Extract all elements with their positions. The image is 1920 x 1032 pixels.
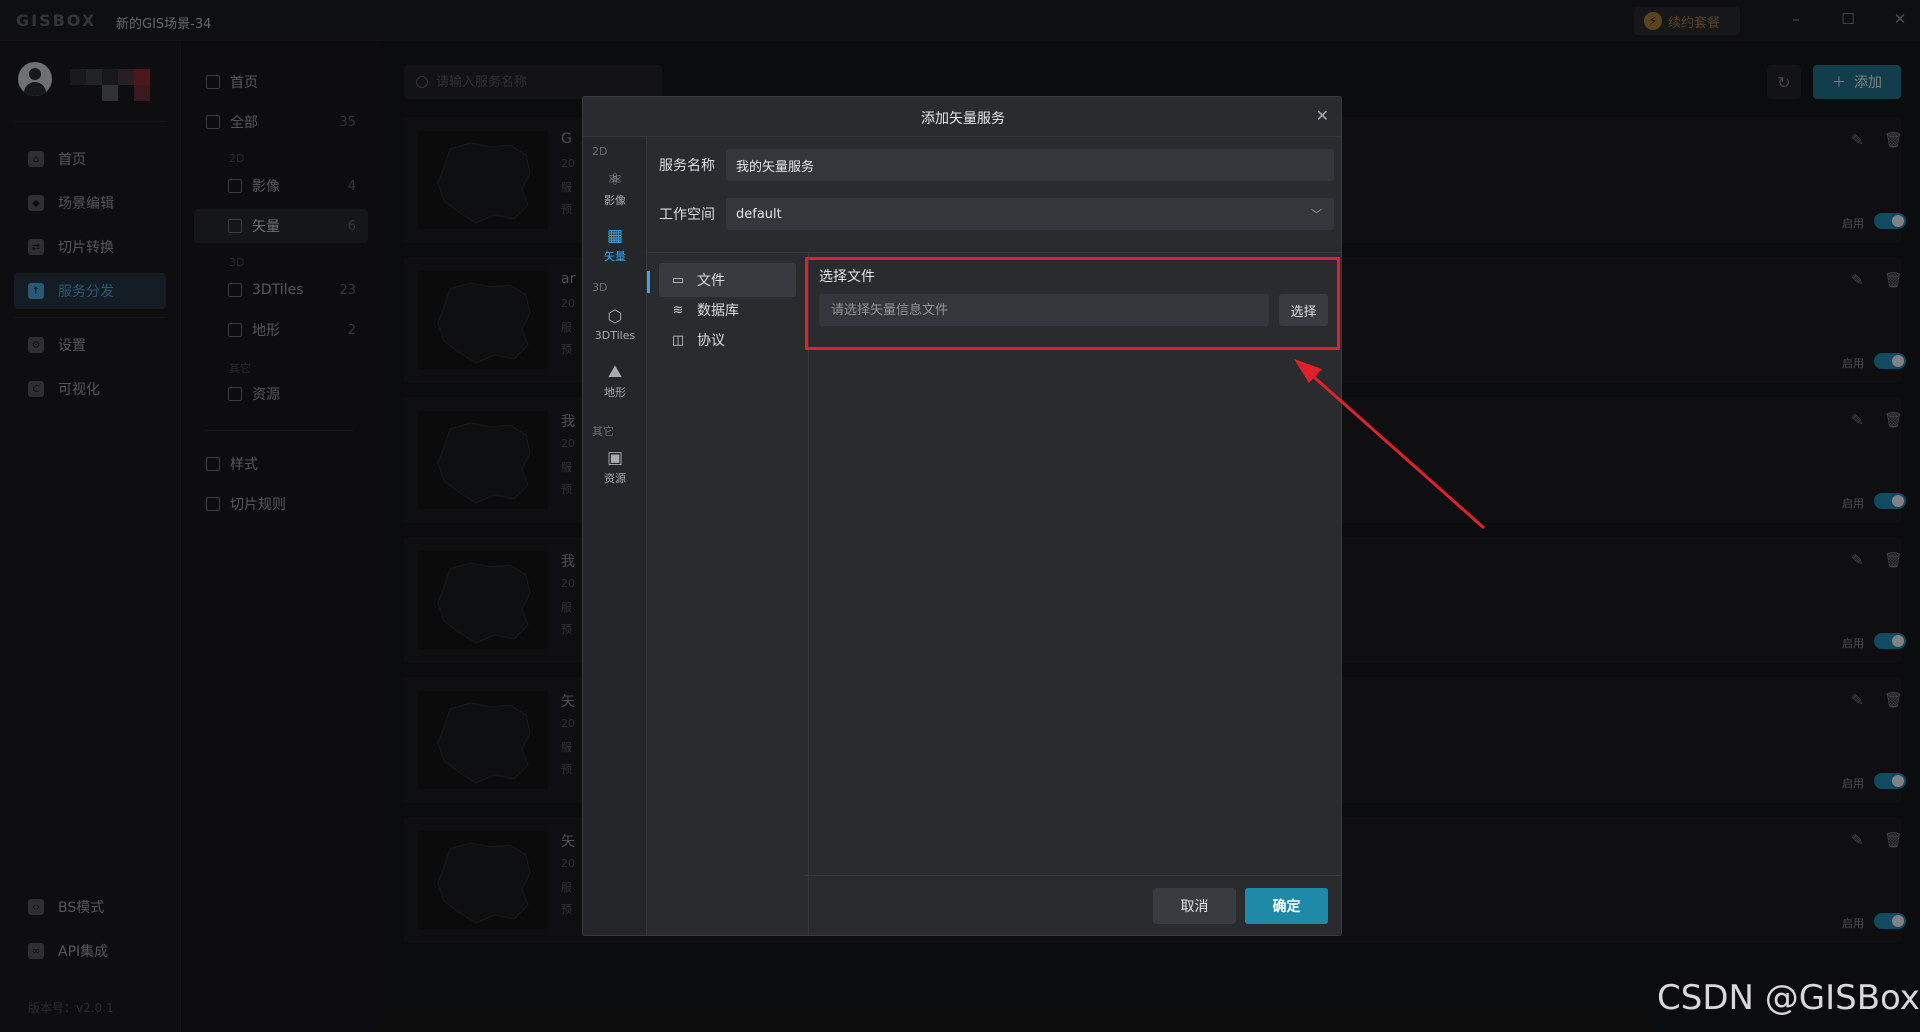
group-label-other: 其它 bbox=[592, 425, 614, 438]
type-label: 资源 bbox=[604, 471, 626, 485]
group-label-3d: 3D bbox=[592, 281, 608, 294]
type-imagery[interactable]: ⚛ 影像 bbox=[583, 165, 647, 213]
source-type-list: ▭ 文件 ≋ 数据库 ◫ 协议 bbox=[647, 253, 809, 935]
workspace-label: 工作空间 bbox=[659, 207, 715, 223]
annotation-highlight-box bbox=[805, 257, 1340, 350]
dialog-type-rail: 2D ⚛ 影像 ▦ 矢量 3D ⬡ 3DTiles ⛰ 地形 其它 ▣ 资源 bbox=[583, 137, 647, 935]
service-name-input[interactable]: 我的矢量服务 bbox=[726, 149, 1334, 181]
cancel-button[interactable]: 取消 bbox=[1153, 888, 1236, 924]
protocol-icon: ◫ bbox=[671, 332, 685, 348]
cube-icon: ⬡ bbox=[607, 307, 623, 327]
confirm-button[interactable]: 确定 bbox=[1245, 888, 1328, 924]
workspace-select[interactable]: default ﹀ bbox=[726, 198, 1334, 230]
dialog-header: 添加矢量服务 ✕ bbox=[583, 97, 1341, 137]
type-terrain[interactable]: ⛰ 地形 bbox=[583, 357, 647, 405]
service-name-row: 服务名称 我的矢量服务 bbox=[659, 147, 1334, 183]
workspace-value: default bbox=[736, 206, 782, 222]
watermark: CSDN @GISBox bbox=[1657, 978, 1920, 1018]
source-label: 数据库 bbox=[697, 303, 739, 319]
database-icon: ≋ bbox=[672, 302, 684, 318]
type-label: 3DTiles bbox=[594, 329, 636, 342]
dialog-title: 添加矢量服务 bbox=[921, 111, 1005, 127]
type-resource[interactable]: ▣ 资源 bbox=[583, 443, 647, 491]
type-label: 影像 bbox=[604, 193, 626, 207]
image-icon: ▣ bbox=[606, 447, 624, 468]
type-vector[interactable]: ▦ 矢量 bbox=[583, 221, 647, 269]
source-protocol[interactable]: ◫ 协议 bbox=[659, 323, 796, 357]
divider bbox=[806, 875, 1342, 876]
workspace-row: 工作空间 default ﹀ bbox=[659, 196, 1334, 232]
type-label: 地形 bbox=[604, 385, 626, 399]
source-label: 协议 bbox=[697, 333, 725, 349]
group-label-2d: 2D bbox=[592, 145, 608, 158]
mountain-icon: ⛰ bbox=[607, 361, 623, 382]
folder-icon: ▭ bbox=[671, 272, 685, 288]
source-label: 文件 bbox=[697, 273, 725, 289]
source-file[interactable]: ▭ 文件 bbox=[659, 263, 796, 297]
source-database[interactable]: ≋ 数据库 bbox=[659, 293, 796, 327]
app-window: GISBOX 新的GIS场景-34 ⚡ 续约套餐 – ☐ ✕ ⌂ 首页 ◆ 场景… bbox=[0, 0, 1920, 1032]
type-label: 矢量 bbox=[604, 249, 626, 263]
type-3dtiles[interactable]: ⬡ 3DTiles bbox=[583, 301, 647, 349]
close-icon[interactable]: ✕ bbox=[1316, 106, 1329, 125]
chevron-down-icon: ﹀ bbox=[1311, 208, 1322, 221]
map-icon: ▦ bbox=[606, 225, 624, 246]
satellite-icon: ⚛ bbox=[607, 169, 623, 190]
service-name-label: 服务名称 bbox=[659, 158, 715, 174]
add-vector-service-dialog: 添加矢量服务 ✕ 2D ⚛ 影像 ▦ 矢量 3D ⬡ 3DTiles ⛰ 地形 … bbox=[582, 96, 1342, 936]
active-indicator bbox=[647, 271, 650, 293]
